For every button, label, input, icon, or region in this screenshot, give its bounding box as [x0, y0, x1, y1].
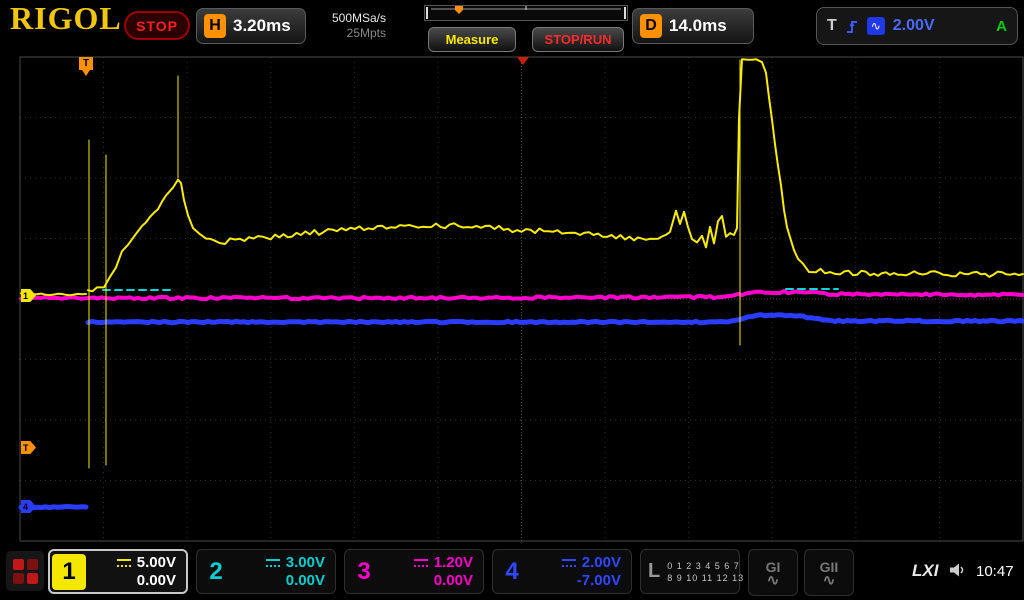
measure-button[interactable]: Measure: [428, 27, 516, 52]
channel-4-offset: -7.00V: [576, 572, 621, 589]
acquisition-status-badge: STOP: [124, 11, 190, 40]
h-badge: H: [204, 14, 226, 38]
channel-1-offset: 0.00V: [136, 572, 176, 589]
sine-wave-icon: ∿: [766, 571, 780, 589]
channel-1-number: 1: [52, 553, 86, 590]
wavebar-trigger-position-icon: [455, 6, 463, 14]
channel-block-3[interactable]: 3 1.20V 0.00V: [344, 549, 484, 594]
wavebar-svg: [426, 6, 626, 19]
channel-block-4[interactable]: 4 2.00V -7.00V: [492, 549, 632, 594]
bottom-bar: 1 5.00V 0.00V 2 3.00V 0.00V 3 1.20V 0.00…: [0, 543, 1024, 600]
trigger-source-icon: ∿: [866, 17, 885, 35]
stop-run-button[interactable]: STOP/RUN: [532, 27, 624, 52]
digital-channels-block[interactable]: L 0 1 2 3 4 5 6 7 8 9 10 11 12 13 14 15: [640, 549, 774, 594]
ch1-trace-main: [87, 58, 1024, 293]
waveform-position-bar[interactable]: [424, 5, 628, 21]
d-badge: D: [640, 14, 662, 38]
horizontal-scale-value: 3.20ms: [233, 16, 291, 35]
center-time-marker-icon: [517, 57, 529, 65]
channel-4-number: 4: [505, 557, 519, 585]
digital-label: L: [648, 560, 661, 582]
menu-tile-icon: [26, 558, 38, 570]
coupling-icon: [413, 558, 428, 567]
coupling-icon: [265, 558, 280, 567]
horizontal-scale-panel: H 3.20ms: [196, 8, 306, 44]
acquisition-info: 500MSa/s 25Mpts: [308, 11, 386, 41]
trigger-slope-icon: [846, 21, 857, 33]
memory-depth: 25Mpts: [346, 26, 386, 40]
delay-value: 14.0ms: [669, 16, 727, 35]
rigol-logo: RIGOL: [10, 0, 122, 36]
menu-tile-icon: [26, 572, 38, 584]
channel-4-scale: 2.00V: [581, 554, 621, 571]
oscilloscope-ui: { "header": { "logo": "RIGOL", "stop_bad…: [0, 0, 1024, 600]
channel-3-scale: 1.20V: [433, 554, 473, 571]
channel-3-offset: 0.00V: [433, 572, 473, 589]
coupling-icon: [116, 558, 131, 567]
lxi-logo: LXI: [912, 561, 939, 580]
channel-2-info: 3.00V 0.00V: [237, 554, 333, 589]
speaker-icon[interactable]: [948, 562, 968, 578]
generator-2-button[interactable]: GII ∿: [804, 549, 854, 596]
trigger-position-marker[interactable]: T: [79, 57, 93, 76]
ch3-trace: [19, 289, 1024, 302]
top-bar: RIGOL STOP H 3.20ms 500MSa/s 25Mpts Meas…: [0, 0, 1024, 55]
channel-block-1[interactable]: 1 5.00V 0.00V: [48, 549, 188, 594]
channel-3-number: 3: [357, 557, 371, 585]
menu-button[interactable]: [6, 551, 44, 591]
channel-2-number: 2: [209, 557, 223, 585]
trigger-panel[interactable]: T ∿ 2.00V A: [816, 7, 1018, 45]
sample-rate: 500MSa/s: [331, 11, 386, 25]
coupling-icon: [561, 558, 576, 567]
channel-2-scale: 3.00V: [285, 554, 325, 571]
sine-wave-icon: ∿: [822, 571, 836, 589]
delay-panel: D 14.0ms: [632, 8, 754, 44]
trigger-level-value: 2.00V: [892, 17, 935, 34]
clock: 10:47: [976, 563, 1014, 580]
scope-svg: [18, 56, 1024, 542]
ch4-trace-main: [85, 312, 1024, 326]
channel-4-info: 2.00V -7.00V: [533, 554, 629, 589]
scope-screen: T 1 T 4: [0, 55, 1024, 543]
channel-2-offset: 0.00V: [285, 572, 325, 589]
channel-3-info: 1.20V 0.00V: [385, 554, 481, 589]
channel-block-2[interactable]: 2 3.00V 0.00V: [196, 549, 336, 594]
trigger-mode: A: [996, 17, 1007, 35]
trigger-label: T: [827, 17, 837, 34]
channel-1-info: 5.00V 0.00V: [90, 554, 184, 589]
menu-tile-icon: [12, 572, 24, 584]
channel-1-scale: 5.00V: [136, 554, 176, 571]
menu-tile-icon: [12, 558, 24, 570]
generator-1-button[interactable]: GI ∿: [748, 549, 798, 596]
